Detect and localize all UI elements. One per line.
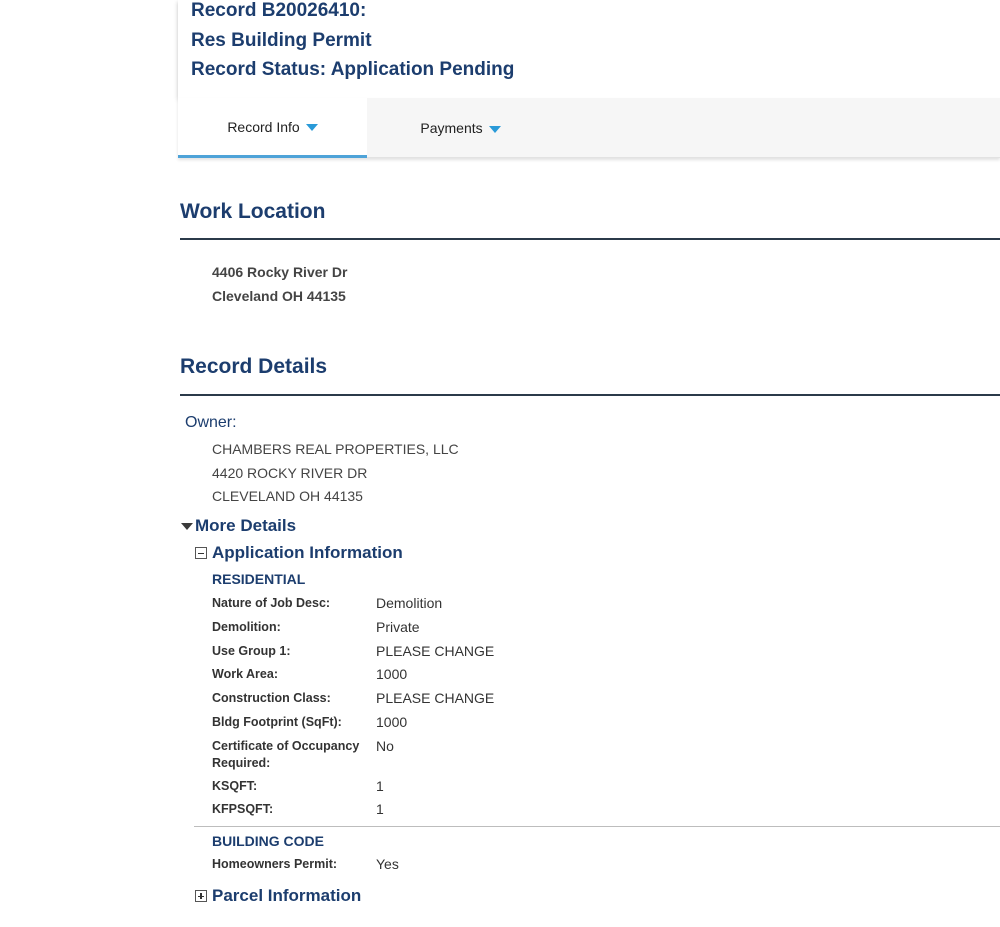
work-location-address: 4406 Rocky River Dr Cleveland OH 44135 — [212, 260, 347, 308]
tab-record-info[interactable]: Record Info — [178, 98, 367, 158]
section-divider — [180, 238, 1000, 240]
detail-value: Demolition — [376, 595, 443, 611]
caret-down-icon — [305, 124, 318, 131]
record-number: Record B20026410: — [191, 0, 367, 21]
detail-value: 1 — [376, 801, 384, 817]
address-line-2: Cleveland OH 44135 — [212, 288, 346, 304]
minus-box-icon — [195, 547, 207, 559]
detail-key: Bldg Footprint (SqFt): — [212, 715, 342, 729]
application-information-label: Application Information — [212, 543, 403, 562]
owner-city: CLEVELAND OH 44135 — [212, 488, 363, 504]
address-line-1: 4406 Rocky River Dr — [212, 264, 348, 280]
plus-box-icon — [195, 890, 207, 902]
record-details-title: Record Details — [180, 355, 328, 378]
tab-payments-label: Payments — [420, 120, 483, 136]
detail-value: Yes — [376, 856, 399, 872]
tab-bar: Record Info Payments — [178, 98, 1000, 158]
detail-key: Use Group 1: — [212, 644, 291, 658]
detail-value: Private — [376, 619, 420, 635]
record-type: Res Building Permit — [191, 29, 372, 51]
detail-key: Nature of Job Desc: — [212, 596, 331, 610]
owner-label: Owner: — [185, 414, 237, 431]
detail-value: 1000 — [376, 714, 408, 730]
detail-key: KSQFT: — [212, 779, 258, 793]
more-details-label: More Details — [195, 516, 297, 535]
record-status: Record Status: Application Pending — [191, 59, 515, 80]
residential-heading: RESIDENTIAL — [212, 571, 306, 587]
owner-info: CHAMBERS REAL PROPERTIES, LLC 4420 ROCKY… — [212, 438, 459, 509]
owner-name: CHAMBERS REAL PROPERTIES, LLC — [212, 441, 459, 457]
record-header: Record B20026410: Res Building Permit Re… — [178, 0, 1000, 98]
triangle-down-icon — [181, 523, 193, 530]
owner-street: 4420 ROCKY RIVER DR — [212, 464, 368, 481]
work-location-title: Work Location — [180, 200, 326, 223]
detail-value: PLEASE CHANGE — [376, 690, 495, 706]
detail-value: PLEASE CHANGE — [376, 643, 495, 659]
detail-value: No — [376, 738, 394, 754]
detail-value: 1 — [376, 778, 384, 794]
application-information-toggle[interactable]: Application Information — [195, 543, 403, 563]
building-code-heading: BUILDING CODE — [212, 833, 324, 849]
parcel-information-toggle[interactable]: Parcel Information — [195, 886, 361, 906]
tab-payments[interactable]: Payments — [367, 98, 554, 158]
detail-key: Construction Class: — [212, 691, 331, 705]
detail-key: Homeowners Permit: — [212, 857, 338, 871]
detail-value: 1000 — [376, 666, 408, 682]
detail-key: KFPSQFT: — [212, 802, 274, 816]
more-details-toggle[interactable]: More Details — [181, 516, 296, 536]
tab-record-info-label: Record Info — [227, 118, 300, 135]
group-divider — [194, 826, 1000, 827]
caret-down-icon — [488, 125, 501, 133]
parcel-information-label: Parcel Information — [212, 886, 362, 905]
detail-key: Certificate of Occupancy Required: — [212, 739, 360, 770]
section-divider — [180, 394, 1000, 396]
detail-key: Demolition: — [212, 620, 281, 634]
detail-key: Work Area: — [212, 667, 278, 681]
